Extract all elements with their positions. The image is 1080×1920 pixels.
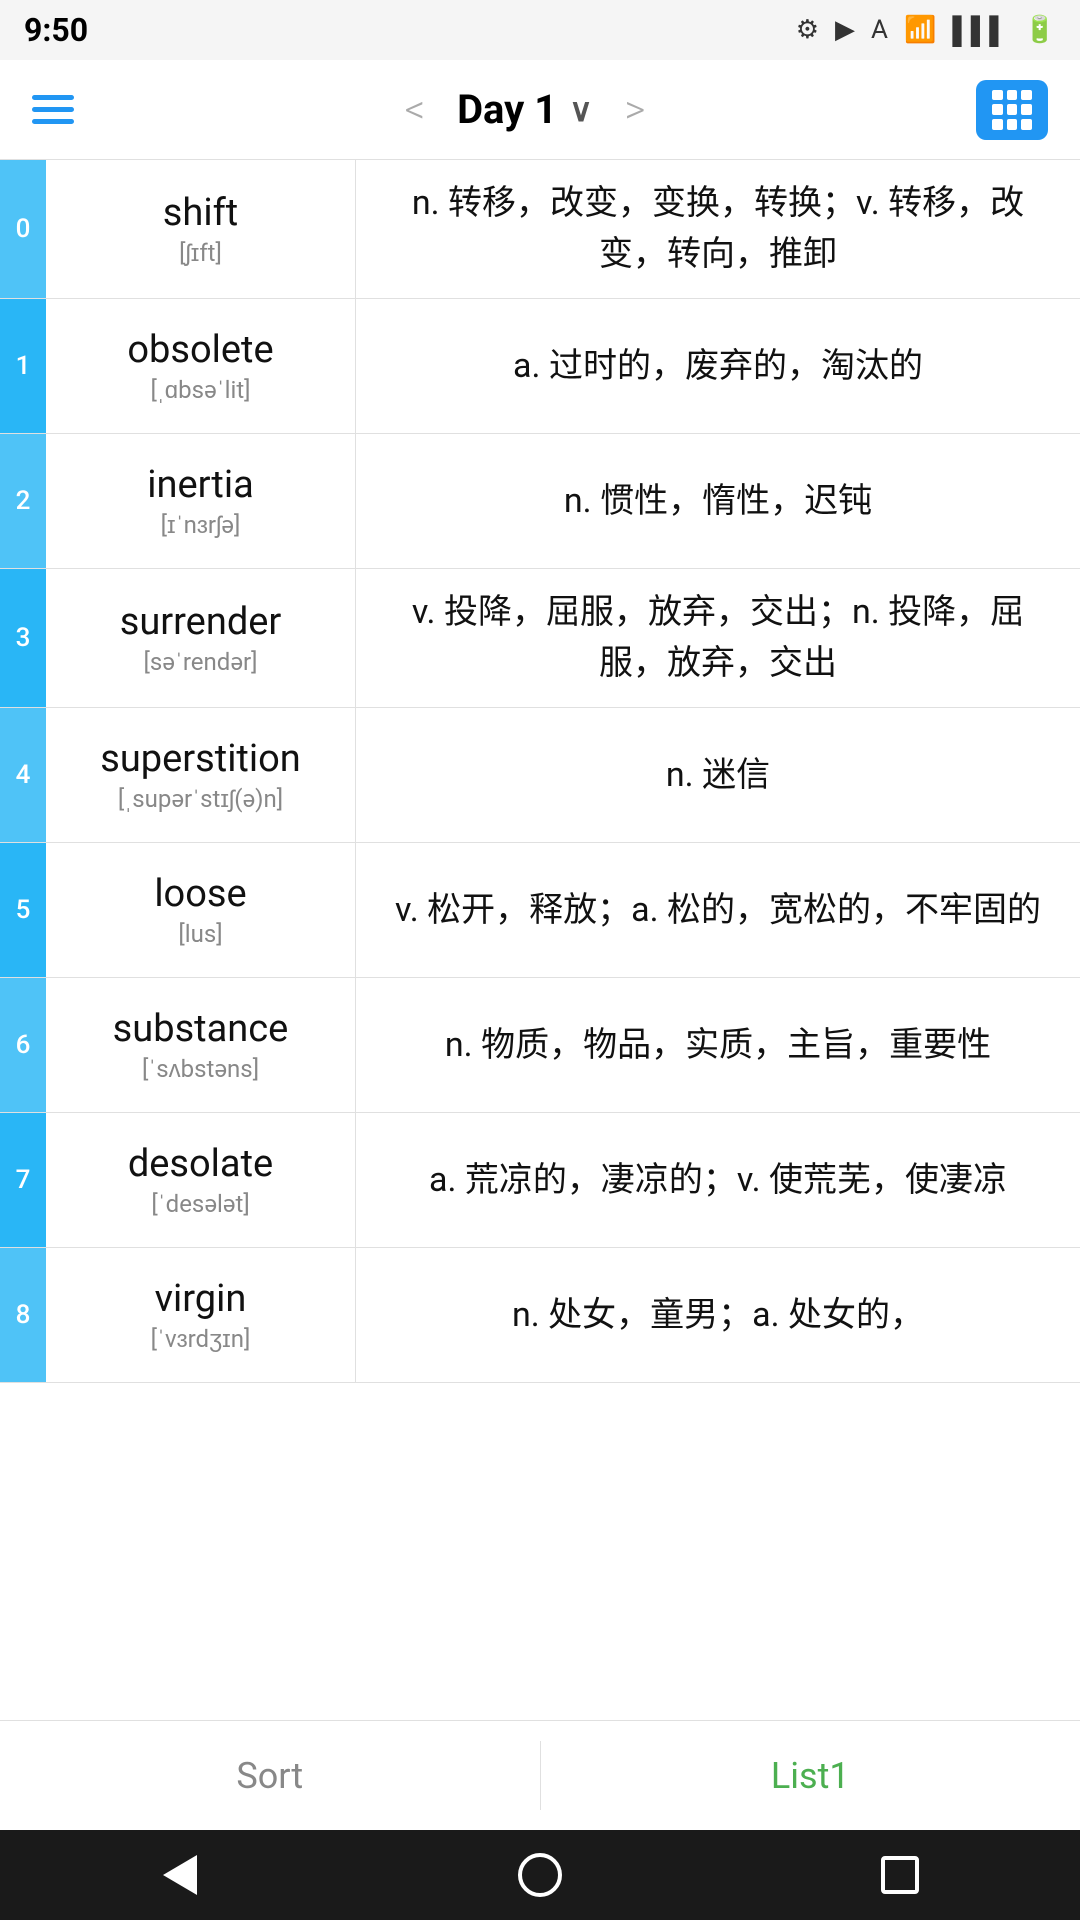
word-english: loose [lus] (46, 843, 356, 977)
word-definition: n. 物质，物品，实质，主旨，重要性 (356, 978, 1080, 1112)
back-button[interactable] (150, 1845, 210, 1905)
word-list: 0 shift [ʃɪft] n. 转移，改变，变换，转换；v. 转移，改变，转向，推… (0, 160, 1080, 1383)
word-index: 3 (0, 569, 46, 707)
word-index: 2 (0, 434, 46, 568)
word-name: obsolete (127, 328, 273, 372)
word-phonetic: [ˈsʌbstəns] (142, 1055, 259, 1084)
word-definition: v. 松开，释放；a. 松的，宽松的，不牢固的 (356, 843, 1080, 977)
gear-icon: ⚙ (796, 15, 819, 45)
word-name: superstition (100, 737, 301, 781)
word-definition: n. 惯性，惰性，迟钝 (356, 434, 1080, 568)
word-definition: n. 转移，改变，变换，转换；v. 转移，改变，转向，推卸 (356, 160, 1080, 298)
word-name: inertia (147, 463, 254, 507)
home-button[interactable] (510, 1845, 570, 1905)
nav-arrows: < Day 1 ∨ > (405, 86, 646, 133)
word-index: 5 (0, 843, 46, 977)
recents-button[interactable] (870, 1845, 930, 1905)
word-phonetic: [ʃɪft] (179, 239, 222, 268)
table-row[interactable]: 3 surrender [səˈrendər] v. 投降，屈服，放弃，交出；n. 投… (0, 569, 1080, 708)
word-name: loose (154, 872, 246, 916)
bottom-tabs: SortList1 (0, 1720, 1080, 1830)
word-definition: n. 迷信 (356, 708, 1080, 842)
word-index: 1 (0, 299, 46, 433)
word-definition: n. 处女，童男；a. 处女的， (356, 1248, 1080, 1382)
table-row[interactable]: 0 shift [ʃɪft] n. 转移，改变，变换，转换；v. 转移，改变，转向，推… (0, 160, 1080, 299)
word-phonetic: [ˈvɜrdʒɪn] (151, 1325, 251, 1354)
signal-icon: ▌▌▌ (952, 15, 1007, 46)
word-phonetic: [ˌsupərˈstɪʃ(ə)n] (118, 785, 283, 814)
grid-view-button[interactable] (976, 80, 1048, 140)
android-nav-bar (0, 1830, 1080, 1920)
status-bar: 9:50 ⚙ ▶ A 📶 ▌▌▌ 🔋 (0, 0, 1080, 60)
word-english: shift [ʃɪft] (46, 160, 356, 298)
word-english: inertia [ɪˈnɜrʃə] (46, 434, 356, 568)
battery-icon: 🔋 (1024, 15, 1056, 45)
table-row[interactable]: 1 obsolete [ˌɑbsəˈlit] a. 过时的，废弃的，淘汰的 (0, 299, 1080, 434)
next-button[interactable]: > (625, 86, 646, 133)
word-phonetic: [lus] (178, 920, 222, 948)
table-row[interactable]: 6 substance [ˈsʌbstəns] n. 物质，物品，实质，主旨，重要性 (0, 978, 1080, 1113)
menu-button[interactable] (32, 95, 74, 124)
wifi-icon: 📶 (904, 15, 936, 45)
word-phonetic: [ˌɑbsəˈlit] (150, 376, 250, 405)
nav-bar: < Day 1 ∨ > (0, 60, 1080, 160)
word-english: obsolete [ˌɑbsəˈlit] (46, 299, 356, 433)
word-name: shift (163, 191, 238, 235)
table-row[interactable]: 7 desolate [ˈdesələt] a. 荒凉的，凄凉的；v. 使荒芜，使凄凉 (0, 1113, 1080, 1248)
word-english: desolate [ˈdesələt] (46, 1113, 356, 1247)
table-row[interactable]: 8 virgin [ˈvɜrdʒɪn] n. 处女，童男；a. 处女的， (0, 1248, 1080, 1383)
recents-square-icon (881, 1856, 919, 1894)
chevron-down-icon: ∨ (569, 91, 592, 129)
home-circle-icon (518, 1853, 562, 1897)
word-definition: v. 投降，屈服，放弃，交出；n. 投降，屈服，放弃，交出 (356, 569, 1080, 707)
word-name: desolate (128, 1142, 273, 1186)
tab-sort[interactable]: Sort (0, 1721, 540, 1830)
word-phonetic: [səˈrendər] (144, 648, 258, 677)
word-english: surrender [səˈrendər] (46, 569, 356, 707)
word-english: virgin [ˈvɜrdʒɪn] (46, 1248, 356, 1382)
table-row[interactable]: 4 superstition [ˌsupərˈstɪʃ(ə)n] n. 迷信 (0, 708, 1080, 843)
word-definition: a. 过时的，废弃的，淘汰的 (356, 299, 1080, 433)
word-index: 7 (0, 1113, 46, 1247)
status-icons: ⚙ ▶ A 📶 ▌▌▌ 🔋 (796, 15, 1056, 46)
word-index: 6 (0, 978, 46, 1112)
word-index: 4 (0, 708, 46, 842)
word-index: 8 (0, 1248, 46, 1382)
word-name: surrender (120, 600, 282, 644)
prev-button[interactable]: < (405, 86, 425, 133)
table-row[interactable]: 2 inertia [ɪˈnɜrʃə] n. 惯性，惰性，迟钝 (0, 434, 1080, 569)
word-name: virgin (155, 1277, 247, 1321)
word-phonetic: [ˈdesələt] (151, 1190, 249, 1219)
grid-icon (992, 90, 1032, 130)
word-phonetic: [ɪˈnɜrʃə] (161, 511, 241, 540)
word-english: superstition [ˌsupərˈstɪʃ(ə)n] (46, 708, 356, 842)
play-icon: ▶ (835, 15, 855, 45)
word-english: substance [ˈsʌbstəns] (46, 978, 356, 1112)
word-definition: a. 荒凉的，凄凉的；v. 使荒芜，使凄凉 (356, 1113, 1080, 1247)
word-index: 0 (0, 160, 46, 298)
word-name: substance (113, 1007, 289, 1051)
status-time: 9:50 (24, 11, 88, 49)
tab-list1[interactable]: List1 (541, 1721, 1080, 1830)
back-arrow-icon (163, 1855, 197, 1895)
nav-title[interactable]: Day 1 ∨ (457, 86, 593, 133)
table-row[interactable]: 5 loose [lus] v. 松开，释放；a. 松的，宽松的，不牢固的 (0, 843, 1080, 978)
font-icon: A (871, 15, 888, 45)
